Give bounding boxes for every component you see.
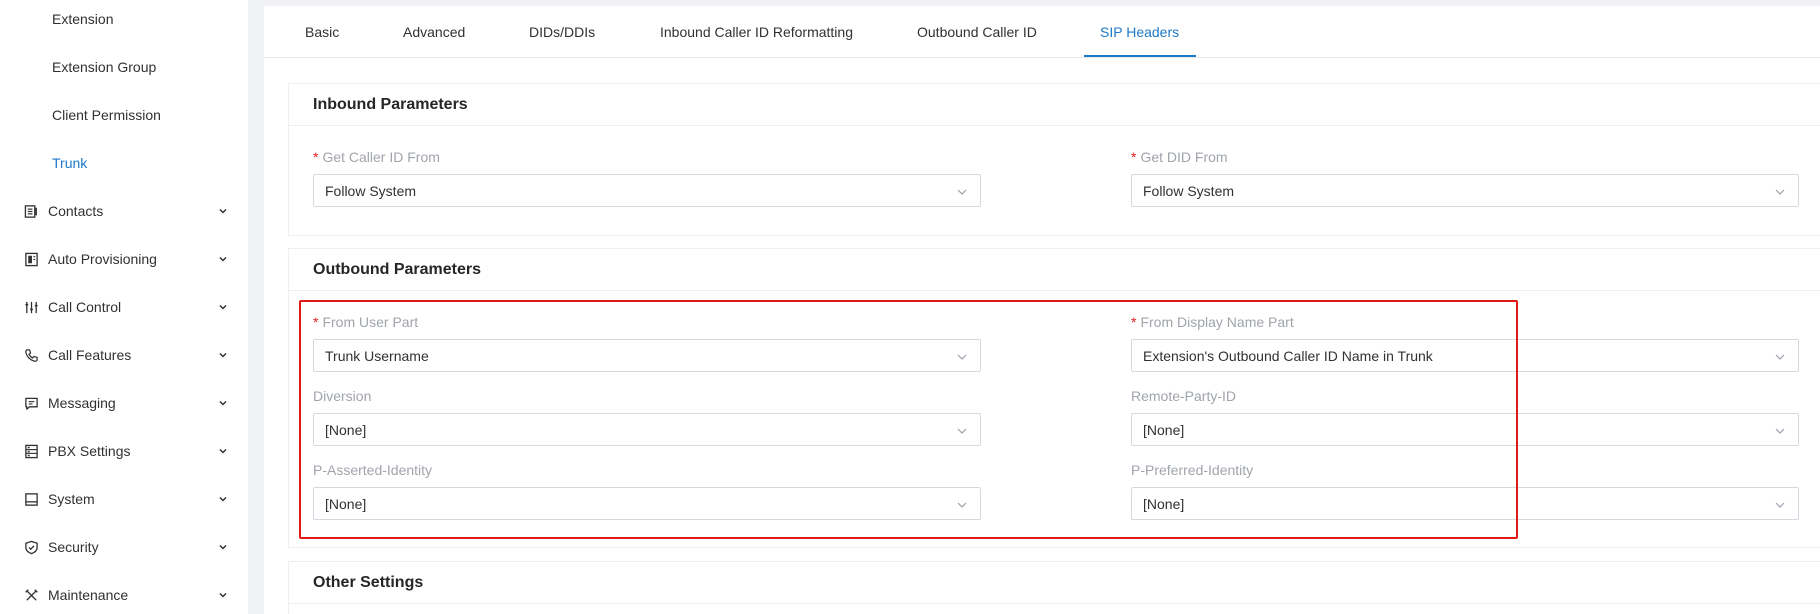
select-value: Follow System (1143, 183, 1235, 199)
sidebar-item-call-features[interactable]: Call Features (0, 335, 248, 375)
sidebar-item-label: PBX Settings (48, 443, 131, 459)
chevron-down-icon (217, 445, 229, 457)
chevron-down-icon (217, 589, 229, 601)
sidebar-item-label: Auto Provisioning (48, 251, 157, 267)
sidebar-item-label: Call Control (48, 299, 122, 315)
chevron-down-icon (1774, 185, 1786, 197)
sidebar-item-security[interactable]: Security (0, 527, 248, 567)
sidebar-item-label: Security (48, 539, 99, 555)
tab-advanced[interactable]: Advanced (403, 6, 465, 58)
get-caller-id-from-select[interactable]: Follow System (313, 174, 981, 207)
tab-sip-headers[interactable]: SIP Headers (1100, 6, 1179, 58)
card-header: Other Settings (289, 562, 1820, 604)
message-icon (23, 395, 39, 411)
chevron-down-icon (217, 205, 229, 217)
required-marker: * (1131, 149, 1137, 165)
sidebar-item-client-permission[interactable]: Client Permission (52, 105, 161, 125)
sidebar: Extension Extension Group Client Permiss… (0, 0, 248, 614)
field-label-text: Get DID From (1140, 149, 1228, 165)
sidebar-item-label: Messaging (48, 395, 116, 411)
card-header: Outbound Parameters (289, 249, 1820, 291)
tab-basic[interactable]: Basic (305, 6, 339, 58)
chevron-down-icon (1774, 350, 1786, 362)
sidebar-item-call-control[interactable]: Call Control (0, 287, 248, 327)
other-settings-card: Other Settings (288, 561, 1820, 614)
outbound-parameters-title: Outbound Parameters (313, 261, 482, 278)
sidebar-item-extension-group[interactable]: Extension Group (52, 57, 156, 77)
tab-bar: Basic Advanced DIDs/DDIs Inbound Caller … (264, 6, 1820, 58)
sidebar-item-pbx-settings[interactable]: PBX Settings (0, 431, 248, 471)
call-control-icon (23, 299, 39, 315)
inbound-parameters-card: Inbound Parameters * Get Caller ID From F… (288, 83, 1820, 236)
select-value: Follow System (325, 183, 417, 199)
chevron-down-icon (1774, 498, 1786, 510)
card-header: Inbound Parameters (289, 84, 1820, 126)
phone-icon (23, 347, 39, 363)
sidebar-item-contacts[interactable]: Contacts (0, 191, 248, 231)
other-settings-title: Other Settings (313, 574, 424, 591)
sidebar-item-label: Call Features (48, 347, 132, 363)
pbx-settings-icon (23, 443, 39, 459)
get-caller-id-from-label: * Get Caller ID From (313, 149, 440, 165)
tools-icon (23, 587, 39, 603)
highlight-box (299, 300, 1518, 539)
inbound-parameters-title: Inbound Parameters (313, 96, 468, 113)
get-did-from-label: * Get DID From (1131, 149, 1228, 165)
sidebar-item-messaging[interactable]: Messaging (0, 383, 248, 423)
tab-outbound-caller-id[interactable]: Outbound Caller ID (917, 6, 1037, 58)
sidebar-item-label: Contacts (48, 203, 104, 219)
tab-inbound-caller-id-reformatting[interactable]: Inbound Caller ID Reformatting (660, 6, 853, 58)
chevron-down-icon (217, 541, 229, 553)
sidebar-item-label: System (48, 491, 95, 507)
provisioning-icon (23, 251, 39, 267)
required-marker: * (313, 149, 319, 165)
chevron-down-icon (217, 493, 229, 505)
sidebar-item-trunk[interactable]: Trunk (52, 153, 87, 173)
field-label-text: Get Caller ID From (322, 149, 440, 165)
chevron-down-icon (956, 185, 968, 197)
sidebar-item-maintenance[interactable]: Maintenance (0, 575, 248, 614)
sidebar-item-auto-provisioning[interactable]: Auto Provisioning (0, 239, 248, 279)
shield-icon (23, 539, 39, 555)
chevron-down-icon (1774, 424, 1786, 436)
system-icon (23, 491, 39, 507)
chevron-down-icon (217, 349, 229, 361)
tab-dids-ddis[interactable]: DIDs/DDIs (529, 6, 595, 58)
chevron-down-icon (217, 301, 229, 313)
sidebar-item-system[interactable]: System (0, 479, 248, 519)
chevron-down-icon (217, 397, 229, 409)
active-tab-indicator (1084, 55, 1196, 57)
contacts-icon (23, 203, 39, 219)
get-did-from-select[interactable]: Follow System (1131, 174, 1799, 207)
chevron-down-icon (217, 253, 229, 265)
sidebar-item-label: Maintenance (48, 587, 129, 603)
sidebar-item-extension[interactable]: Extension (52, 9, 113, 29)
